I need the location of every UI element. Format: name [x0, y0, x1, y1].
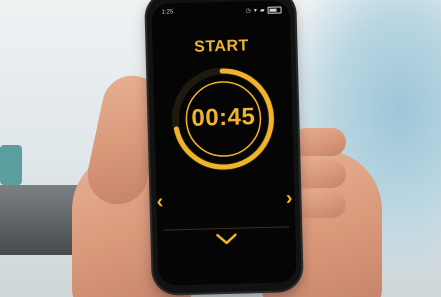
signal-icon: ▰: [259, 7, 265, 15]
timer-display: 00:45: [191, 103, 256, 132]
chevron-down-icon[interactable]: [215, 232, 237, 247]
divider: [163, 226, 290, 231]
right-finger: [292, 160, 346, 188]
alarm-icon: ◷: [245, 8, 252, 15]
status-icons: ◷ ▾ ▰: [246, 6, 282, 14]
battery-icon: [267, 6, 282, 14]
right-finger: [292, 128, 346, 156]
photo-scene: 1:25 ◷ ▾ ▰ START 00:45 ‹ ›: [0, 0, 441, 297]
chevron-right-icon[interactable]: ›: [286, 187, 293, 209]
background-object: [0, 145, 22, 185]
start-button[interactable]: START: [152, 36, 290, 58]
status-time: 1:25: [161, 9, 174, 16]
right-finger: [292, 190, 346, 218]
wifi-icon: ▾: [253, 8, 258, 15]
smartphone: 1:25 ◷ ▾ ▰ START 00:45 ‹ ›: [146, 0, 302, 294]
chevron-left-icon[interactable]: ‹: [156, 191, 163, 213]
phone-screen: 1:25 ◷ ▾ ▰ START 00:45 ‹ ›: [151, 0, 297, 286]
status-bar: 1:25 ◷ ▾ ▰: [162, 6, 282, 19]
